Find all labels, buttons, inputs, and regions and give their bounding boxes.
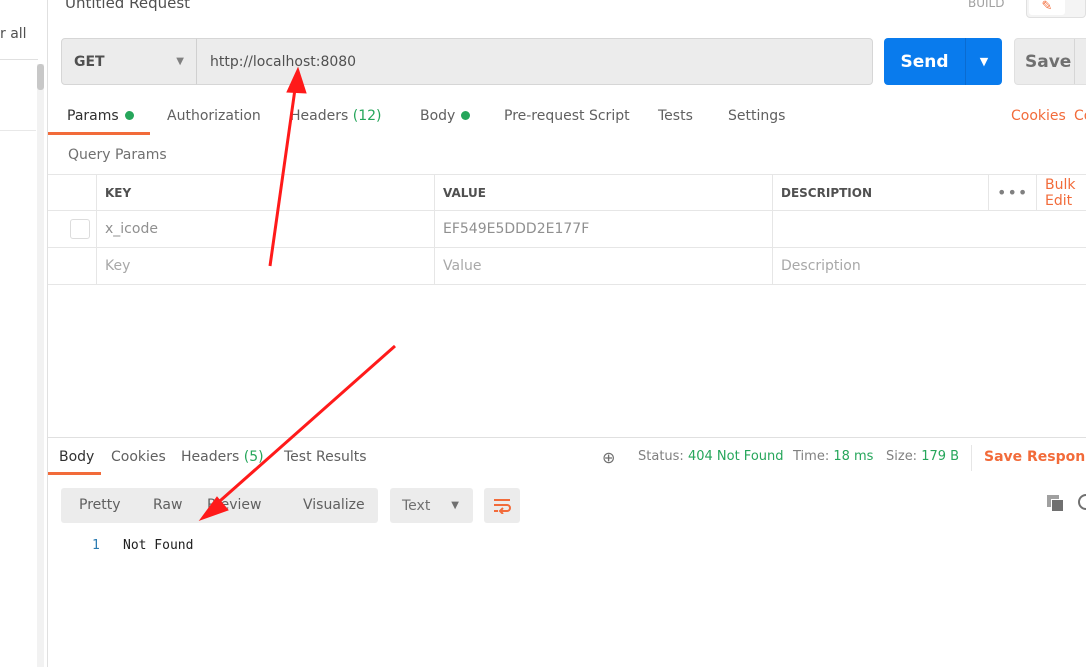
new-value-input[interactable]: Value — [434, 248, 772, 284]
divider — [0, 59, 38, 60]
search-icon[interactable] — [1078, 494, 1086, 510]
view-preview[interactable]: Preview — [207, 497, 262, 513]
view-visualize[interactable]: Visualize — [303, 497, 365, 513]
query-params-title: Query Params — [68, 147, 167, 163]
globe-icon[interactable]: ⊕ — [602, 448, 615, 467]
tab-settings[interactable]: Settings — [728, 108, 785, 124]
param-description[interactable] — [772, 211, 1086, 247]
wrap-icon — [494, 498, 511, 514]
pencil-icon[interactable]: ✎ — [1029, 0, 1065, 15]
view-raw[interactable]: Raw — [153, 497, 182, 513]
status: Status: 404 Not Found — [638, 449, 784, 464]
chevron-down-icon: ▼ — [176, 56, 184, 67]
code-link[interactable]: Code — [1074, 108, 1086, 124]
column-value: VALUE — [434, 175, 772, 210]
method-select[interactable]: GET ▼ — [61, 38, 197, 85]
tab-headers[interactable]: Headers (12) — [290, 108, 381, 124]
tab-tests[interactable]: Tests — [658, 108, 693, 124]
view-mode-segmented: Pretty Raw Preview Visualize — [61, 488, 378, 523]
column-description: DESCRIPTION — [772, 175, 988, 210]
response-tab-body[interactable]: Body — [59, 449, 94, 465]
request-title[interactable]: Untitled Request — [65, 0, 190, 12]
chevron-down-icon[interactable]: ▼ — [966, 38, 1002, 85]
mode-toggle[interactable]: ✎ — [1026, 0, 1086, 18]
save-label: Save — [1025, 51, 1072, 72]
size: Size: 179 B — [886, 449, 960, 464]
table-row: x_icode EF549E5DDD2E177F — [48, 211, 1086, 248]
save-button[interactable]: Save — [1014, 38, 1086, 85]
copy-icon[interactable] — [1047, 495, 1065, 513]
active-tab-underline — [48, 472, 101, 475]
send-label[interactable]: Send — [884, 38, 966, 85]
build-label[interactable]: BUILD — [968, 0, 1004, 10]
column-key: KEY — [96, 175, 434, 210]
pane-divider[interactable] — [48, 437, 1086, 438]
url-value: http://localhost:8080 — [210, 53, 357, 70]
cookies-link[interactable]: Cookies — [1011, 108, 1066, 124]
row-checkbox[interactable] — [70, 219, 90, 239]
method-value: GET — [74, 53, 105, 70]
send-button[interactable]: Send ▼ — [884, 38, 1002, 85]
url-input[interactable]: http://localhost:8080 — [196, 38, 873, 85]
tab-pre-request-script[interactable]: Pre-request Script — [504, 108, 630, 124]
response-tab-headers[interactable]: Headers (5) — [181, 449, 264, 465]
response-tab-test-results[interactable]: Test Results — [284, 449, 367, 465]
divider — [971, 445, 972, 471]
response-body-line: Not Found — [123, 538, 194, 553]
bulk-edit-link[interactable]: Bulk Edit — [1036, 175, 1086, 210]
new-description-input[interactable]: Description — [772, 248, 1086, 284]
format-select[interactable]: Text ▼ — [390, 488, 473, 523]
view-pretty[interactable]: Pretty — [79, 497, 121, 513]
param-key[interactable]: x_icode — [96, 211, 434, 247]
divider — [0, 130, 36, 131]
tab-params[interactable]: Params — [67, 108, 134, 124]
sidebar-clear-all[interactable]: r all — [0, 26, 27, 42]
line-number: 1 — [92, 538, 100, 553]
active-tab-underline — [48, 132, 150, 135]
annotation-arrows — [198, 66, 396, 522]
table-header: KEY VALUE DESCRIPTION ••• Bulk Edit — [48, 174, 1086, 211]
sidebar-scrollbar-thumb[interactable] — [37, 64, 44, 90]
wrap-lines-button[interactable] — [484, 488, 520, 523]
chevron-down-icon: ▼ — [451, 500, 459, 511]
new-key-input[interactable]: Key — [96, 248, 434, 284]
active-dot-icon — [124, 111, 134, 120]
more-icon[interactable]: ••• — [988, 175, 1027, 210]
sidebar-scrollbar[interactable] — [37, 64, 44, 667]
response-tab-cookies[interactable]: Cookies — [111, 449, 166, 465]
table-row-new: Key Value Description — [48, 248, 1086, 285]
save-response-button[interactable]: Save Response — [984, 449, 1086, 465]
tab-body[interactable]: Body — [420, 108, 471, 124]
active-dot-icon — [461, 111, 471, 120]
time: Time: 18 ms — [793, 449, 874, 464]
param-value[interactable]: EF549E5DDD2E177F — [434, 211, 772, 247]
tab-authorization[interactable]: Authorization — [167, 108, 261, 124]
